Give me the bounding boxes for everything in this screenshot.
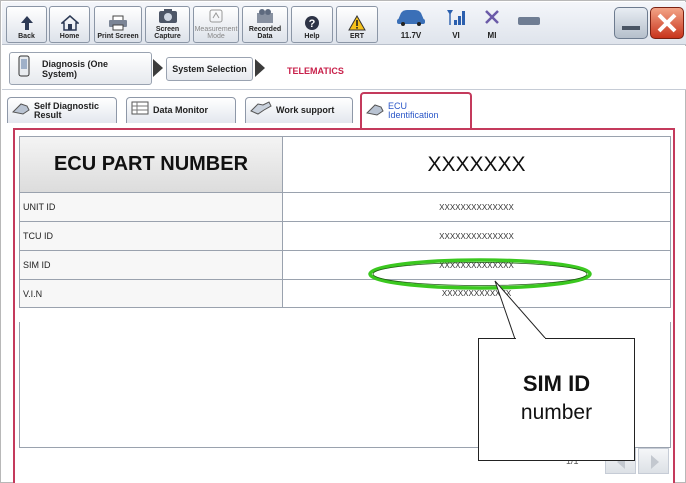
consult-window: Back Home Print Screen Screen Capture Me… bbox=[0, 0, 686, 483]
callout-pointer-join bbox=[516, 338, 545, 340]
